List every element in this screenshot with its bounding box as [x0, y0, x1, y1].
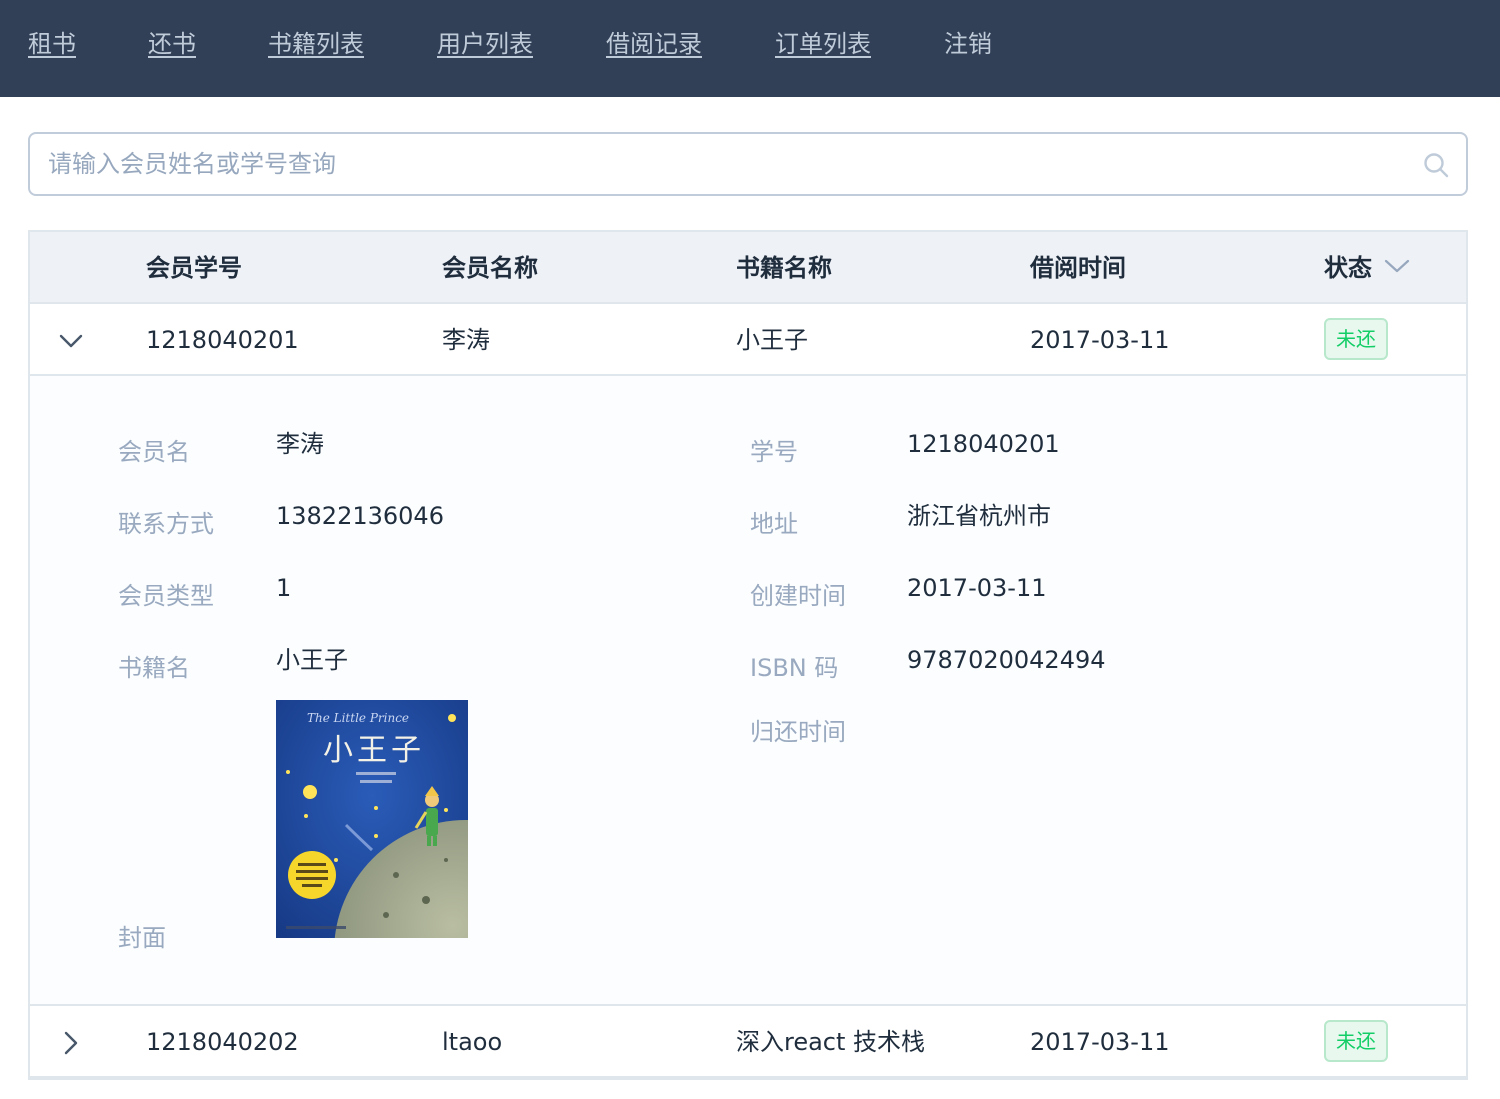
- value-member-type: 1: [276, 574, 292, 602]
- nav-link-logout[interactable]: 注销: [944, 28, 992, 60]
- value-address: 浙江省杭州市: [907, 502, 1051, 530]
- borrow-records-table: 会员学号 会员名称 书籍名称 借阅时间 状态 1218040201 李涛 小王子…: [28, 230, 1468, 1080]
- nav-link-borrow-records[interactable]: 借阅记录: [606, 28, 702, 60]
- cell-book-name: 小王子: [736, 326, 808, 354]
- cover-title-cn: 小王子: [323, 733, 425, 768]
- nav-link-order-list[interactable]: 订单列表: [775, 28, 871, 60]
- cover-title-en: The Little Prince: [307, 711, 409, 725]
- cell-member-id: 1218040201: [146, 326, 299, 354]
- header-borrow-time: 借阅时间: [1030, 254, 1126, 282]
- nav-link-return[interactable]: 还书: [148, 28, 196, 60]
- expanded-detail-panel: 会员名 李涛 联系方式 13822136046 会员类型 1 书籍名 小王子 封…: [30, 376, 1466, 1006]
- label-cover: 封面: [118, 924, 166, 952]
- value-member-name: 李涛: [276, 430, 324, 458]
- search-input[interactable]: [30, 134, 1410, 194]
- table-row[interactable]: 1218040201 李涛 小王子 2017-03-11 未还: [30, 304, 1466, 376]
- cell-borrow-time: 2017-03-11: [1030, 1028, 1170, 1056]
- chevron-right-icon[interactable]: [56, 1028, 86, 1058]
- header-book-name: 书籍名称: [736, 254, 832, 282]
- nav-link-rent[interactable]: 租书: [28, 28, 76, 60]
- chevron-down-icon[interactable]: [1384, 256, 1410, 276]
- header-member-name: 会员名称: [442, 254, 538, 282]
- table-header: 会员学号 会员名称 书籍名称 借阅时间 状态: [30, 232, 1466, 304]
- value-created-time: 2017-03-11: [907, 574, 1047, 602]
- status-badge: 未还: [1324, 318, 1388, 360]
- label-member-name: 会员名: [118, 438, 190, 466]
- status-badge: 未还: [1324, 1020, 1388, 1062]
- cell-member-name: 李涛: [442, 326, 490, 354]
- chevron-down-icon[interactable]: [56, 326, 86, 356]
- header-status: 状态: [1324, 254, 1372, 282]
- label-book-name: 书籍名: [118, 654, 190, 682]
- value-student-id: 1218040201: [907, 430, 1060, 458]
- cell-member-id: 1218040202: [146, 1028, 299, 1056]
- book-cover-image: The Little Prince 小王子: [276, 700, 468, 938]
- value-isbn: 9787020042494: [907, 646, 1106, 674]
- value-book-name: 小王子: [276, 646, 348, 674]
- label-return-time: 归还时间: [750, 718, 846, 746]
- value-contact: 13822136046: [276, 502, 444, 530]
- label-member-type: 会员类型: [118, 582, 214, 610]
- label-isbn: ISBN 码: [750, 654, 839, 682]
- header-member-id: 会员学号: [146, 254, 242, 282]
- top-navbar: 租书 还书 书籍列表 用户列表 借阅记录 订单列表 注销: [0, 0, 1500, 97]
- label-address: 地址: [750, 510, 798, 538]
- nav-link-user-list[interactable]: 用户列表: [437, 28, 533, 60]
- cell-book-name: 深入react 技术栈: [736, 1028, 926, 1056]
- search-bar: [28, 132, 1468, 196]
- table-row[interactable]: 1218040202 ltaoo 深入react 技术栈 2017-03-11 …: [30, 1006, 1466, 1078]
- label-created-time: 创建时间: [750, 582, 846, 610]
- cell-borrow-time: 2017-03-11: [1030, 326, 1170, 354]
- label-contact: 联系方式: [118, 510, 214, 538]
- label-student-id: 学号: [750, 438, 798, 466]
- search-icon[interactable]: [1422, 151, 1450, 179]
- cell-member-name: ltaoo: [442, 1028, 503, 1056]
- nav-link-book-list[interactable]: 书籍列表: [268, 28, 364, 60]
